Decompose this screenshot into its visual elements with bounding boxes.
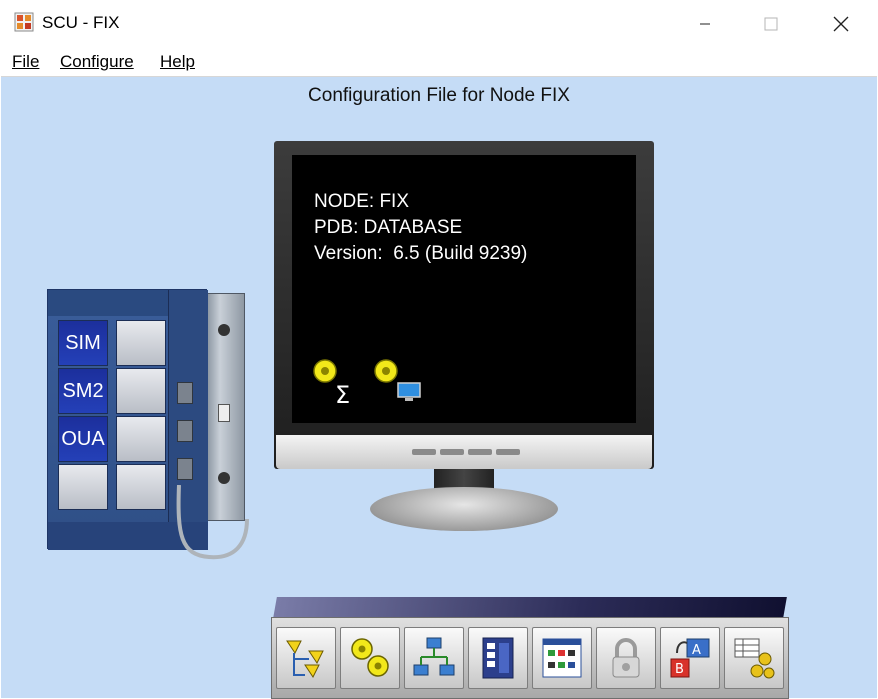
network-cable-icon	[176, 485, 249, 560]
scada-button[interactable]	[468, 627, 528, 689]
menu-bar: File Configure Help	[0, 48, 878, 76]
network-button[interactable]	[404, 627, 464, 689]
rack-slot-sm2[interactable]: SM2	[58, 368, 108, 414]
scu-app-icon[interactable]	[14, 12, 34, 32]
security-button[interactable]	[596, 627, 656, 689]
rack-slot-label: SIM	[65, 331, 101, 354]
rack-slot-empty[interactable]	[116, 416, 166, 462]
paths-configuration-icon	[286, 640, 324, 678]
rack-slot-oua[interactable]: OUA	[58, 416, 108, 462]
monitor-button	[468, 449, 492, 455]
rack-slot-label: SM2	[62, 379, 104, 402]
maximize-button[interactable]	[742, 0, 800, 48]
version-text: Version: 6.5 (Build 9239)	[314, 243, 528, 264]
security-lock-icon	[612, 638, 640, 678]
scada-configuration-icon	[482, 637, 514, 679]
svg-text:A: A	[692, 643, 701, 658]
alarm-summary-icon[interactable]: Σ	[312, 359, 356, 409]
rack-slot-empty[interactable]	[58, 464, 108, 510]
local-startup-button[interactable]: A B	[660, 627, 720, 689]
monitor-button	[412, 449, 436, 455]
rack-slot-sim[interactable]: SIM	[58, 320, 108, 366]
svg-text:Σ: Σ	[335, 381, 350, 407]
rack-slot-empty[interactable]	[116, 464, 166, 510]
alarm-display-icon[interactable]	[374, 359, 424, 407]
rack-slot-empty[interactable]	[116, 368, 166, 414]
alarm-configuration-icon	[351, 638, 389, 677]
node-monitor: NODE: FIX PDB: DATABASE Version: 6.5 (Bu…	[274, 141, 654, 535]
monitor-stand	[370, 487, 558, 531]
sql-button[interactable]	[724, 627, 784, 689]
monitor-screen: NODE: FIX PDB: DATABASE Version: 6.5 (Bu…	[292, 155, 636, 423]
sql-configuration-icon	[734, 638, 775, 679]
paths-button[interactable]	[276, 627, 336, 689]
menu-file-label: File	[12, 52, 40, 71]
rack-slot-empty[interactable]	[116, 320, 166, 366]
task-configuration-icon	[542, 638, 582, 678]
menu-help[interactable]: Help	[160, 52, 195, 72]
toolbar-top-edge	[273, 597, 787, 619]
window-title: SCU - FIX	[42, 13, 120, 32]
close-button[interactable]	[812, 0, 870, 48]
cpu-port	[177, 420, 193, 442]
maximize-icon	[764, 17, 778, 31]
page-title: Configuration File for Node FIX	[308, 85, 570, 106]
alarms-button[interactable]	[340, 627, 400, 689]
minimize-icon	[700, 23, 710, 25]
menu-file[interactable]: File	[12, 52, 39, 72]
node-name-text: NODE: FIX	[314, 191, 410, 212]
svg-text:B: B	[675, 662, 684, 677]
main-area: Configuration File for Node FIX SIM SM2 …	[1, 76, 877, 699]
local-startup-language-icon: A B	[670, 638, 710, 678]
title-bar[interactable]: SCU - FIX	[0, 0, 878, 48]
tasks-button[interactable]	[532, 627, 592, 689]
monitor-bezel: NODE: FIX PDB: DATABASE Version: 6.5 (Bu…	[274, 141, 654, 469]
close-icon	[833, 16, 849, 32]
cpu-port	[177, 458, 193, 480]
monitor-button	[440, 449, 464, 455]
menu-configure[interactable]: Configure	[60, 52, 134, 72]
monitor-chin	[276, 435, 652, 469]
minimize-button[interactable]	[676, 0, 734, 48]
cpu-port	[177, 382, 193, 404]
menu-help-label: Help	[160, 52, 195, 71]
menu-configure-label: Configure	[60, 52, 134, 71]
monitor-button	[496, 449, 520, 455]
rack-slot-label: OUA	[61, 427, 105, 450]
network-configuration-icon	[413, 637, 455, 676]
configuration-toolbar: A B	[271, 617, 789, 699]
pdb-name-text: PDB: DATABASE	[314, 217, 463, 238]
